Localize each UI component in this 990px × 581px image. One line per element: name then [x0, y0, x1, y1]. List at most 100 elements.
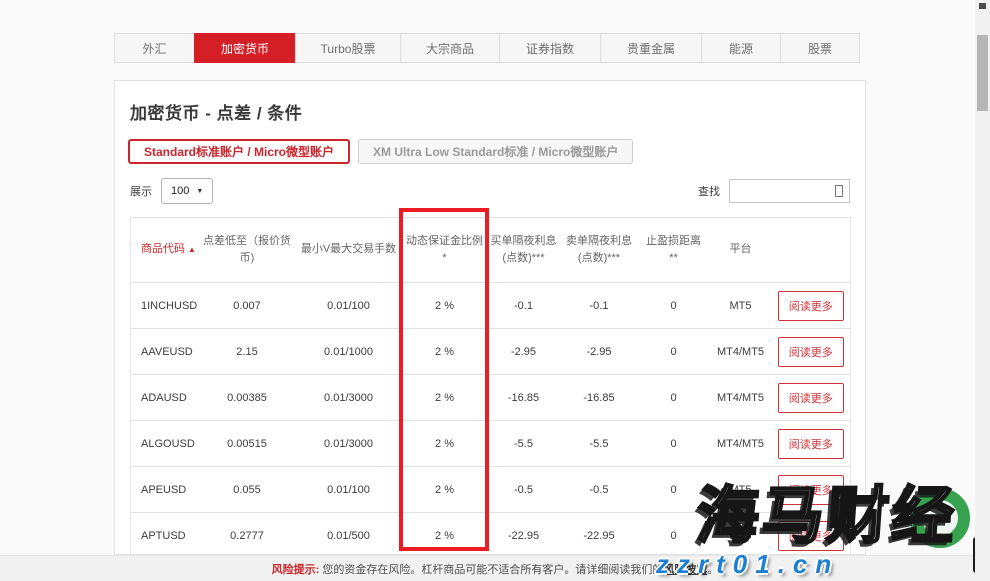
cell-actions: 阅读更多: [772, 375, 851, 421]
cell-lots: 0.01/500: [295, 513, 403, 556]
account-type-tabs: Standard标准账户 / Micro微型账户 XM Ultra Low St…: [128, 139, 865, 164]
cell-swap-long: -5.5: [487, 421, 561, 467]
cell-limit-stop: 0: [638, 421, 710, 467]
read-more-button[interactable]: 阅读更多: [778, 475, 844, 505]
read-more-button[interactable]: 阅读更多: [778, 383, 844, 413]
cell-actions: 阅读更多: [772, 513, 851, 556]
chevron-down-icon: ▼: [196, 188, 203, 195]
cell-margin: 2 %: [403, 467, 487, 513]
scrollbar[interactable]: [975, 0, 990, 581]
read-more-button[interactable]: 阅读更多: [778, 429, 844, 459]
tab-forex[interactable]: 外汇: [114, 33, 195, 63]
cell-spread: 0.00515: [200, 421, 295, 467]
page-size-value: 100: [171, 185, 189, 197]
cell-lots: 0.01/3000: [295, 421, 403, 467]
cell-code: ALGOUSD: [131, 421, 200, 467]
cell-swap-long: -2.95: [487, 329, 561, 375]
col-header-margin[interactable]: 动态保证金比例 *: [403, 218, 487, 283]
cell-platform: MT5: [710, 513, 772, 556]
cell-code: APTUSD: [131, 513, 200, 556]
col-header-spread[interactable]: 点差低至（报价货币): [200, 218, 295, 283]
cell-swap-long: -22.95: [487, 513, 561, 556]
cell-margin: 2 %: [403, 421, 487, 467]
cell-swap-short: -0.1: [561, 283, 638, 329]
col-header-actions: [772, 218, 851, 283]
page-title: 加密货币 - 点差 / 条件: [130, 99, 865, 124]
cell-platform: MT4/MT5: [710, 421, 772, 467]
risk-warning-bar: 风险提示: 您的资金存在风险。杠杆商品可能不适合所有客户。请详细阅读我们的 风险…: [0, 555, 990, 581]
cell-limit-stop: 0: [638, 513, 710, 556]
cell-actions: 阅读更多: [772, 421, 851, 467]
cell-lots: 0.01/100: [295, 467, 403, 513]
table-row: APTUSD0.27770.01/5002 %-22.95-22.950MT5阅…: [131, 513, 851, 556]
cell-lots: 0.01/3000: [295, 375, 403, 421]
tab-equity-indices[interactable]: 证券指数: [499, 33, 601, 63]
watermark-logo-circle: [910, 488, 970, 548]
cell-margin: 2 %: [403, 283, 487, 329]
page-size-select[interactable]: 100 ▼: [161, 178, 213, 204]
tab-energies[interactable]: 能源: [701, 33, 781, 63]
read-more-button[interactable]: 阅读更多: [778, 291, 844, 321]
read-more-button[interactable]: 阅读更多: [778, 337, 844, 367]
cell-actions: 阅读更多: [772, 329, 851, 375]
cell-swap-long: -0.5: [487, 467, 561, 513]
cell-margin: 2 %: [403, 375, 487, 421]
cell-limit-stop: 0: [638, 329, 710, 375]
cell-spread: 0.00385: [200, 375, 295, 421]
cell-spread: 2.15: [200, 329, 295, 375]
cell-spread: 0.055: [200, 467, 295, 513]
tab-turbo-stocks[interactable]: Turbo股票: [295, 33, 401, 63]
col-header-swap-short[interactable]: 卖单隔夜利息 (点数)***: [561, 218, 638, 283]
search-input[interactable]: [729, 179, 850, 203]
table-controls: 展示 100 ▼ 查找: [130, 178, 850, 204]
account-tab-ultra-low[interactable]: XM Ultra Low Standard标准 / Micro微型账户: [358, 139, 633, 164]
col-header-platform[interactable]: 平台: [710, 218, 772, 283]
cell-swap-short: -22.95: [561, 513, 638, 556]
risk-warning-suffix: 。: [707, 561, 718, 577]
cell-swap-short: -0.5: [561, 467, 638, 513]
cell-margin: 2 %: [403, 513, 487, 556]
crypto-spreads-card: 加密货币 - 点差 / 条件 Standard标准账户 / Micro微型账户 …: [114, 80, 866, 555]
tab-precious-metals[interactable]: 贵重金属: [600, 33, 702, 63]
cell-code: ADAUSD: [131, 375, 200, 421]
table-header-row: 商品代码▲ 点差低至（报价货币) 最小V最大交易手数 动态保证金比例 * 买单隔…: [131, 218, 851, 283]
cell-code: 1INCHUSD: [131, 283, 200, 329]
cell-actions: 阅读更多: [772, 467, 851, 513]
table-row: ADAUSD0.003850.01/30002 %-16.85-16.850MT…: [131, 375, 851, 421]
cell-code: APEUSD: [131, 467, 200, 513]
col-header-limit-stop[interactable]: 止盈损距离 **: [638, 218, 710, 283]
table-row: APEUSD0.0550.01/1002 %-0.5-0.50MT5阅读更多: [131, 467, 851, 513]
col-header-swap-long[interactable]: 买单隔夜利息 (点数)***: [487, 218, 561, 283]
cell-swap-short: -2.95: [561, 329, 638, 375]
cell-lots: 0.01/1000: [295, 329, 403, 375]
search-label: 查找: [698, 183, 720, 199]
col-header-lots[interactable]: 最小V最大交易手数: [295, 218, 403, 283]
risk-disclosure-link[interactable]: 风险披露: [663, 561, 707, 577]
cell-lots: 0.01/100: [295, 283, 403, 329]
cell-platform: MT5: [710, 467, 772, 513]
cell-platform: MT5: [710, 283, 772, 329]
cell-platform: MT4/MT5: [710, 375, 772, 421]
cell-code: AAVEUSD: [131, 329, 200, 375]
scroll-top-icon: [979, 3, 986, 9]
cell-swap-long: -0.1: [487, 283, 561, 329]
cell-swap-long: -16.85: [487, 375, 561, 421]
tab-commodities[interactable]: 大宗商品: [400, 33, 500, 63]
col-header-symbol[interactable]: 商品代码▲: [131, 218, 200, 283]
cell-swap-short: -16.85: [561, 375, 638, 421]
show-label: 展示: [130, 183, 152, 199]
table-row: ALGOUSD0.005150.01/30002 %-5.5-5.50MT4/M…: [131, 421, 851, 467]
instrument-tab-bar: 外汇 加密货币 Turbo股票 大宗商品 证券指数 贵重金属 能源 股票: [114, 33, 866, 63]
tab-crypto[interactable]: 加密货币: [194, 33, 296, 63]
account-tab-standard-micro[interactable]: Standard标准账户 / Micro微型账户: [128, 139, 350, 164]
cell-limit-stop: 0: [638, 467, 710, 513]
cell-platform: MT4/MT5: [710, 329, 772, 375]
cell-limit-stop: 0: [638, 283, 710, 329]
table-row: 1INCHUSD0.0070.01/1002 %-0.1-0.10MT5阅读更多: [131, 283, 851, 329]
cell-spread: 0.2777: [200, 513, 295, 556]
tab-stocks[interactable]: 股票: [780, 33, 860, 63]
cell-actions: 阅读更多: [772, 283, 851, 329]
risk-warning-label: 风险提示:: [272, 561, 320, 577]
scrollbar-thumb[interactable]: [977, 35, 988, 111]
read-more-button[interactable]: 阅读更多: [778, 521, 844, 551]
